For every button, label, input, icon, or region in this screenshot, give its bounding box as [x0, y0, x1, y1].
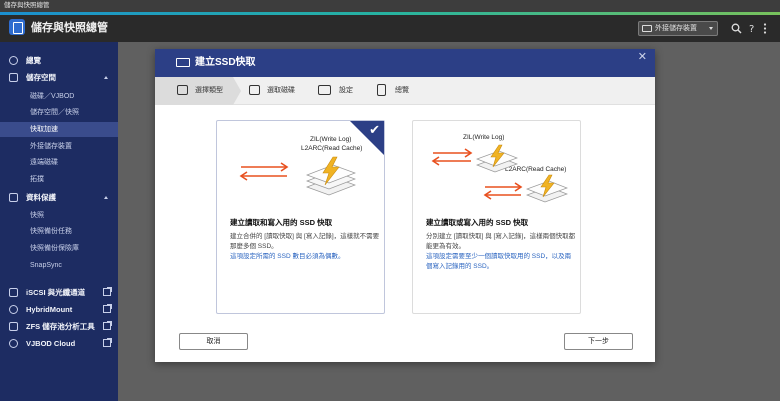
sidebar-item-label: ZFS 儲存池分析工具: [26, 322, 95, 331]
sidebar-item-label: 快照: [30, 212, 44, 219]
sidebar-item-iscsi[interactable]: iSCSI 與光纖通道: [0, 285, 118, 300]
chevron-up-icon: [104, 196, 108, 199]
sidebar-item-label: 資料保護: [26, 193, 56, 202]
search-icon[interactable]: [731, 23, 742, 37]
combined-cache-illustration: [239, 156, 356, 196]
cloud-icon: [9, 339, 18, 348]
app-header: 儲存與快照總管 外接儲存裝置 ?: [0, 15, 780, 42]
sidebar-item-snapsync[interactable]: SnapSync: [0, 258, 118, 273]
sidebar-item-snapshot-backup-jobs[interactable]: 快照備份任務: [0, 224, 118, 239]
external-link-icon: [103, 304, 112, 313]
sidebar-item-label: HybridMount: [26, 305, 73, 314]
chevron-up-icon: [104, 76, 108, 79]
dialog-title: 建立SSD快取: [195, 57, 256, 68]
next-button[interactable]: 下一步: [564, 333, 633, 350]
sidebar-item-storage[interactable]: 儲存空間: [0, 70, 118, 85]
l2arc-label: L2ARC(Read Cache): [301, 145, 363, 152]
separate-cache-illustration: [431, 144, 568, 203]
type-select-icon: [177, 85, 188, 95]
sidebar: 總覽 儲存空間 磁碟／VJBOD 儲存空間／快照 快取加速 外接儲存裝置 遠端磁…: [0, 42, 118, 401]
app-title: 儲存與快照總管: [31, 22, 108, 34]
external-drive-icon: [642, 25, 652, 32]
chevron-down-icon: [709, 27, 713, 30]
sidebar-item-remote-disk[interactable]: 遠端磁碟: [0, 155, 118, 170]
sidebar-item-label: VJBOD Cloud: [26, 339, 76, 348]
sidebar-item-cache-acceleration[interactable]: 快取加速: [0, 122, 118, 137]
sidebar-item-hybridmount[interactable]: HybridMount: [0, 302, 118, 317]
step-select-type: 選擇類型: [195, 87, 223, 94]
sidebar-item-external-storage[interactable]: 外接儲存裝置: [0, 139, 118, 154]
sidebar-item-storage-snapshots[interactable]: 儲存空間／快照: [0, 105, 118, 120]
protection-icon: [9, 193, 18, 202]
card-title: 建立讀取或寫入用的 SSD 快取: [426, 218, 529, 227]
card-title: 建立讀取和寫入用的 SSD 快取: [230, 218, 333, 227]
zil-label: ZIL(Write Log): [463, 134, 505, 141]
card-note: 這項設定需要至少一個讀取快取用的 SSD，以及兩個寫入記錄用的 SSD。: [426, 253, 572, 270]
cancel-button[interactable]: 取消: [179, 333, 248, 350]
sidebar-item-zfs-analyzer[interactable]: ZFS 儲存池分析工具: [0, 319, 118, 334]
close-icon[interactable]: ✕: [638, 52, 647, 63]
sidebar-item-label: 儲存空間: [26, 73, 56, 82]
external-link-icon: [103, 338, 112, 347]
external-storage-button[interactable]: 外接儲存裝置: [638, 21, 718, 36]
external-link-icon: [103, 287, 112, 296]
sidebar-item-label: 外接儲存裝置: [30, 143, 72, 150]
summary-icon: [377, 84, 386, 96]
sidebar-item-label: 遠端磁碟: [30, 159, 58, 166]
step-select-disks: 選取磁碟: [267, 87, 295, 94]
checkmark-icon: ✔: [369, 122, 380, 137]
sidebar-item-label: 拓撲: [30, 176, 44, 183]
wizard-steps: 選擇類型 選取磁碟 設定 總覽: [155, 77, 655, 105]
sidebar-item-topology[interactable]: 拓撲: [0, 172, 118, 187]
sidebar-item-label: 總覽: [26, 56, 41, 65]
external-link-icon: [103, 321, 112, 330]
svg-text:?: ?: [749, 24, 754, 34]
sidebar-item-label: 磁碟／VJBOD: [30, 93, 75, 100]
dialog-header: 建立SSD快取 ✕: [155, 49, 655, 77]
card-note: 這項設定所需的 SSD 數目必須為偶數。: [230, 253, 345, 260]
storage-icon: [9, 73, 18, 82]
iscsi-icon: [9, 288, 18, 297]
sidebar-item-snapshot-vault[interactable]: 快照備份保險庫: [0, 241, 118, 256]
sidebar-item-label: 快照備份保險庫: [30, 245, 79, 252]
option-card-separate-cache[interactable]: ZIL(Write Log) L2ARC(Read Cache) 建立讀取或寫入…: [412, 120, 581, 314]
window-title-bar: 儲存與快照總管: [0, 0, 780, 12]
card-description: 分別建立 [讀取快取] 與 [寫入記錄]，這樣兩個快取都能更為有效。: [426, 233, 576, 250]
sidebar-item-disks[interactable]: 磁碟／VJBOD: [0, 89, 118, 104]
zil-label: ZIL(Write Log): [310, 136, 352, 143]
option-card-combined-cache[interactable]: ✔ ZIL(Write Log) L2ARC(Read Cache) 建立讀取和…: [216, 120, 385, 314]
window-title: 儲存與快照總管: [4, 2, 50, 9]
ssd-icon: [176, 58, 190, 67]
app-logo-icon: [9, 19, 25, 35]
step-summary: 總覽: [395, 87, 409, 94]
external-storage-label: 外接儲存裝置: [655, 25, 697, 32]
disk-icon: [249, 85, 260, 95]
step-settings: 設定: [339, 87, 353, 94]
dashboard-icon: [9, 56, 18, 65]
settings-icon: [318, 85, 331, 95]
sidebar-item-label: 快取加速: [30, 126, 58, 133]
sidebar-item-vjbod-cloud[interactable]: VJBOD Cloud: [0, 336, 118, 351]
help-icon[interactable]: ?: [748, 23, 758, 37]
card-description: 建立合併的 [讀取快取] 與 [寫入記錄]，這樣就不需要那麼多個 SSD。: [230, 233, 380, 250]
sidebar-item-label: iSCSI 與光纖通道: [26, 288, 86, 297]
sidebar-item-overview[interactable]: 總覽: [0, 53, 118, 68]
sidebar-item-label: SnapSync: [30, 262, 62, 269]
sidebar-item-label: 儲存空間／快照: [30, 109, 79, 116]
sidebar-item-label: 快照備份任務: [30, 228, 72, 235]
create-ssd-cache-dialog: 建立SSD快取 ✕ 選擇類型 選取磁碟 設定 總覽 ✔ ZIL(Write Lo…: [155, 49, 655, 362]
sidebar-item-snapshots[interactable]: 快照: [0, 208, 118, 223]
sidebar-item-data-protection[interactable]: 資料保護: [0, 190, 118, 205]
zfs-icon: [9, 322, 18, 331]
more-menu-icon[interactable]: [763, 23, 767, 37]
hybridmount-icon: [9, 305, 18, 314]
